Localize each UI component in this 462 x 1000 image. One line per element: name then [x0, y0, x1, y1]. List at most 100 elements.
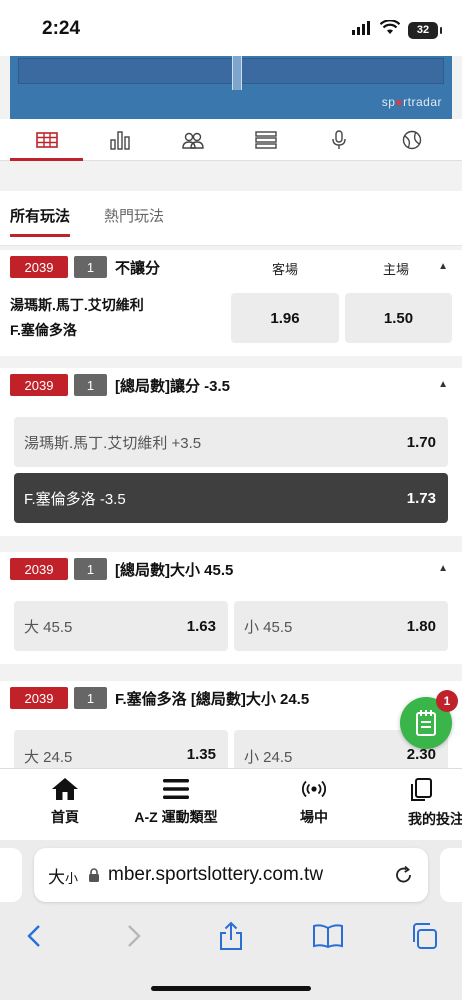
- sportradar-logo: sp●rtradar: [381, 95, 442, 109]
- odds-button-away[interactable]: 1.96: [231, 293, 339, 343]
- chevron-right-icon: [128, 925, 141, 947]
- team-home-name: F.塞倫多洛: [10, 322, 77, 338]
- game-number-badge: 2039: [10, 256, 68, 278]
- column-home-label: 主場: [383, 262, 410, 277]
- nav-label: 首頁: [51, 809, 79, 825]
- next-tab-card[interactable]: [440, 848, 462, 902]
- market-header[interactable]: 2039 1 [總局數]讓分 -3.5 ▲: [0, 368, 462, 402]
- odds-button-home-handicap-selected[interactable]: F.塞倫多洛 -3.5 1.73: [14, 473, 448, 523]
- match-tracker-banner: sp●rtradar: [10, 56, 452, 119]
- odds-button-over[interactable]: 大 24.5 1.35: [14, 730, 228, 768]
- collapse-chevron-icon[interactable]: ▲: [438, 379, 448, 390]
- odds-button-over[interactable]: 大 45.5 1.63: [14, 601, 228, 651]
- reader-settings-button[interactable]: 大小: [48, 863, 78, 888]
- odds-label: 湯瑪斯.馬丁.艾切維利 +3.5: [24, 434, 202, 452]
- bottom-navigation: 首頁 A-Z 運動類型 場中 我的投注: [0, 768, 462, 840]
- bet-type-filter: 所有玩法 熱門玩法: [0, 191, 462, 246]
- odds-label: 小 24.5: [244, 749, 293, 766]
- market-player-total-games: 2039 1 F.塞倫多洛 [總局數]大小 24.5 大 24.5 1.35 小…: [0, 681, 462, 768]
- market-title: [總局數]讓分 -3.5: [115, 377, 231, 395]
- address-bar[interactable]: 大小 mber.sportslottery.com.tw: [34, 848, 428, 902]
- tabs-icon: [413, 923, 437, 949]
- market-total-games: 2039 1 [總局數]大小 45.5 ▲ 大 45.5 1.63 小 45.5…: [0, 552, 462, 664]
- nav-home[interactable]: 首頁: [10, 777, 120, 827]
- tab-commentary[interactable]: [302, 119, 375, 161]
- tab-scoreboard[interactable]: [10, 119, 83, 161]
- wifi-icon: [379, 19, 401, 40]
- odds-value: 1.50: [383, 309, 414, 327]
- filter-all-bets[interactable]: 所有玩法: [10, 205, 71, 237]
- sequence-badge: 1: [74, 256, 107, 278]
- share-icon: [220, 921, 242, 950]
- odds-button-home[interactable]: 1.50: [345, 293, 452, 343]
- sequence-badge: 1: [74, 558, 107, 580]
- forward-button[interactable]: [114, 918, 154, 954]
- tab-sport[interactable]: [375, 119, 448, 161]
- reload-icon[interactable]: [394, 865, 414, 885]
- sequence-badge: 1: [74, 374, 107, 396]
- odds-label: 大 45.5: [24, 618, 73, 636]
- odds-button-away-handicap[interactable]: 湯瑪斯.馬丁.艾切維利 +3.5 1.70: [14, 417, 448, 467]
- chevron-left-icon: [27, 925, 40, 947]
- market-moneyline: 2039 1 不讓分 客場 主場 ▲ 湯瑪斯.馬丁.艾切維利 F.塞倫多洛 1.…: [0, 250, 462, 356]
- ball-icon: [402, 130, 421, 149]
- bet-slip-button[interactable]: 1: [400, 690, 458, 749]
- market-title: F.塞倫多洛 [總局數]大小 24.5: [115, 690, 310, 708]
- odds-label: 大 24.5: [24, 749, 73, 766]
- market-header[interactable]: 2039 1 [總局數]大小 45.5 ▲: [0, 552, 462, 586]
- nav-label: 場中: [300, 809, 328, 825]
- nav-label: A-Z 運動類型: [134, 809, 218, 825]
- odds-value: 1.63: [186, 617, 216, 635]
- stats-icon: [109, 130, 130, 150]
- menu-icon: [163, 779, 189, 799]
- filter-popular-bets[interactable]: 熱門玩法: [104, 205, 164, 226]
- tab-list[interactable]: [229, 119, 302, 161]
- odds-value: 1.73: [406, 489, 436, 507]
- bookmarks-button[interactable]: [308, 918, 348, 954]
- lineup-icon: [181, 132, 204, 149]
- copy-icon: [411, 778, 432, 801]
- odds-value: 1.80: [406, 617, 436, 635]
- scoreboard-icon: [35, 131, 58, 148]
- odds-value: 1.70: [406, 433, 436, 451]
- collapse-chevron-icon[interactable]: ▲: [438, 261, 448, 272]
- match-view-tabs: [0, 119, 462, 161]
- nav-live[interactable]: 場中: [259, 777, 369, 827]
- tab-stats[interactable]: [83, 119, 156, 161]
- nav-sports-az[interactable]: A-Z 運動類型: [121, 777, 231, 827]
- court-graphic: [18, 58, 444, 84]
- game-number-badge: 2039: [10, 687, 68, 709]
- browser-chrome: 大小 mber.sportslottery.com.tw: [0, 840, 462, 1000]
- market-title: 不讓分: [115, 259, 161, 277]
- odds-value: 1.96: [270, 309, 300, 327]
- list-icon: [254, 130, 277, 149]
- status-icons: 32: [352, 19, 442, 40]
- tabs-button[interactable]: [404, 918, 444, 954]
- odds-button-under[interactable]: 小 45.5 1.80: [234, 601, 448, 651]
- market-header[interactable]: 2039 1 F.塞倫多洛 [總局數]大小 24.5: [0, 681, 462, 715]
- microphone-icon: [331, 129, 346, 149]
- live-broadcast-icon: [302, 780, 326, 798]
- sequence-badge: 1: [74, 687, 107, 709]
- url-text: mber.sportslottery.com.tw: [108, 864, 324, 885]
- game-number-badge: 2039: [10, 374, 68, 396]
- battery-indicator: 32: [408, 21, 442, 39]
- back-button[interactable]: [14, 918, 54, 954]
- team-away-name: 湯瑪斯.馬丁.艾切維利: [10, 297, 144, 313]
- share-button[interactable]: [211, 918, 251, 954]
- net-graphic: [232, 56, 242, 90]
- column-away-label: 客場: [272, 262, 299, 277]
- home-icon: [52, 778, 78, 800]
- signal-icon: [352, 20, 372, 40]
- tab-lineup[interactable]: [156, 119, 229, 161]
- status-bar: 2:24 32: [0, 0, 462, 56]
- odds-label: F.塞倫多洛 -3.5: [24, 490, 126, 508]
- spacer: [0, 161, 462, 191]
- status-time: 2:24: [42, 18, 81, 39]
- collapse-chevron-icon[interactable]: ▲: [438, 563, 448, 574]
- previous-tab-card[interactable]: [0, 848, 22, 902]
- nav-my-bets[interactable]: 我的投注: [386, 777, 462, 829]
- market-header[interactable]: 2039 1 不讓分 客場 主場 ▲: [0, 250, 462, 284]
- odds-label: 小 45.5: [244, 618, 293, 636]
- home-indicator: [151, 986, 311, 991]
